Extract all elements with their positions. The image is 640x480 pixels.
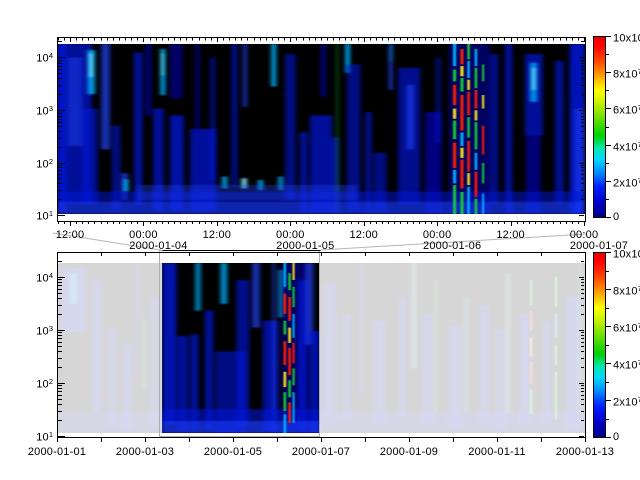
spectral-streak	[272, 263, 275, 433]
top-spectrogram-data-area[interactable]	[57, 44, 585, 214]
event-segment	[460, 132, 463, 146]
event-segment	[284, 392, 287, 411]
event-segment	[475, 153, 478, 170]
event-segment	[460, 49, 463, 64]
event-segment	[292, 287, 294, 307]
spectral-streak	[436, 58, 441, 143]
event-segment	[453, 121, 456, 140]
event-segment	[288, 297, 291, 321]
event-segment	[288, 348, 291, 375]
event-segment	[467, 44, 470, 59]
dimmed-region-left	[57, 263, 162, 433]
event-segment	[284, 263, 287, 287]
event-segment	[475, 122, 478, 149]
event-segment	[475, 172, 478, 198]
spectral-streak	[134, 53, 142, 206]
spectral-streak	[243, 44, 247, 107]
spectral-streak	[195, 44, 199, 132]
event-segment	[284, 372, 287, 387]
event-segment	[467, 117, 470, 137]
event-segment	[467, 92, 470, 116]
spectral-streak	[505, 44, 512, 212]
event-segment	[475, 49, 478, 66]
event-segment	[453, 44, 456, 66]
spectral-streak	[57, 202, 585, 214]
event-segment	[292, 343, 294, 363]
spectral-streak	[237, 280, 250, 426]
event-segment	[292, 368, 294, 385]
event-segment	[288, 273, 291, 290]
event-segment	[292, 392, 294, 423]
event-segment	[460, 95, 463, 131]
event-segment	[460, 66, 463, 76]
event-segment	[460, 148, 463, 158]
spectral-streak	[390, 46, 392, 61]
spectral-streak	[136, 185, 358, 200]
event-segment	[288, 402, 291, 422]
spectral-streak	[82, 109, 98, 204]
event-segment	[467, 187, 470, 214]
event-segment	[467, 80, 470, 90]
event-segment	[475, 68, 478, 88]
spectral-streak	[231, 44, 237, 187]
spectral-streak	[146, 44, 151, 115]
event-segment	[288, 380, 291, 397]
spectral-streak	[170, 44, 183, 98]
spectral-streak	[532, 68, 535, 90]
event-segment	[288, 328, 291, 343]
event-segment	[467, 141, 470, 172]
spectral-streak	[221, 263, 227, 304]
spectral-streak	[210, 58, 215, 180]
spectral-streak	[252, 263, 259, 328]
zoom-connector-line-left	[53, 233, 161, 250]
spectral-streak	[407, 85, 414, 150]
event-segment	[467, 173, 470, 185]
event-segment	[482, 126, 484, 155]
spectrogram-figure	[0, 0, 640, 480]
event-segment	[467, 61, 470, 78]
event-segment	[482, 163, 484, 183]
colorbar	[593, 252, 605, 437]
spectral-streak	[163, 263, 177, 425]
spectral-streak	[285, 54, 296, 200]
event-segment	[292, 263, 294, 280]
spectral-streak	[271, 44, 276, 87]
streak-group	[57, 44, 585, 214]
spectral-streak	[321, 44, 326, 97]
spectral-streak	[162, 53, 164, 75]
colorbar	[593, 36, 605, 217]
spectral-streak	[555, 61, 564, 204]
spectral-streak	[101, 44, 109, 149]
event-segment	[292, 314, 294, 338]
zoom-connector-line-right	[321, 234, 587, 250]
event-segment	[482, 95, 484, 109]
event-segment	[284, 341, 287, 365]
event-segment	[453, 70, 456, 82]
event-segment	[453, 185, 456, 214]
event-segment	[482, 64, 484, 81]
spectral-streak	[195, 263, 200, 311]
event-segment	[284, 414, 287, 433]
event-segment	[460, 78, 463, 92]
event-segment	[475, 199, 478, 214]
dimmed-region-right	[320, 263, 585, 433]
event-segment	[475, 110, 478, 120]
spectrogram-viewer-window: 10410310210110x1078x1076x1074x1072x10701…	[0, 0, 640, 480]
event-segment	[460, 192, 463, 214]
event-segment	[460, 160, 463, 189]
event-segment	[482, 194, 484, 214]
event-segment	[453, 143, 456, 169]
spectral-streak	[490, 54, 498, 204]
event-segment	[453, 85, 456, 105]
event-segment	[475, 90, 478, 109]
spectral-streak	[68, 58, 83, 146]
spectral-streak	[124, 179, 129, 191]
event-segment	[284, 321, 287, 335]
event-segment	[284, 294, 287, 314]
event-segment	[453, 109, 456, 119]
spectral-streak	[162, 421, 320, 433]
event-segment	[453, 170, 456, 184]
spectral-streak	[89, 53, 92, 77]
